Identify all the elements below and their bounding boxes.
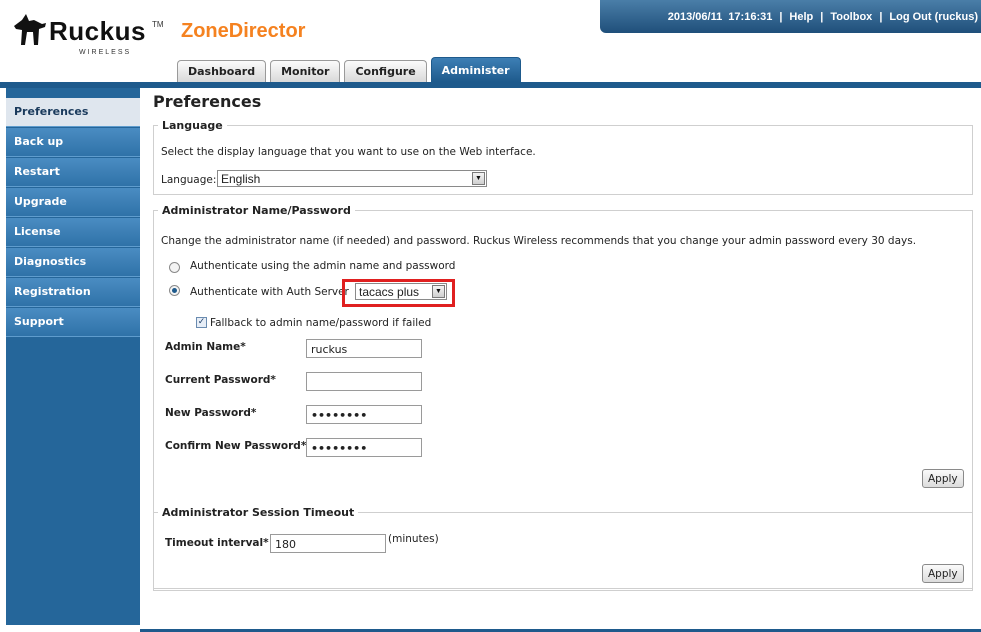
sidebar: Preferences Back up Restart Upgrade Lice… xyxy=(6,88,140,625)
confirm-password-input[interactable]: •••••••• xyxy=(306,438,422,457)
language-label: Language: xyxy=(161,174,217,186)
help-link[interactable]: Help xyxy=(789,11,813,23)
current-password-input[interactable] xyxy=(306,372,422,391)
language-description: Select the display language that you wan… xyxy=(161,146,536,158)
admin-description: Change the administrator name (if needed… xyxy=(161,235,917,247)
logo-trademark: TM xyxy=(152,20,164,29)
auth-server-radio[interactable] xyxy=(169,285,180,296)
content-panel: Preferences Language Select the display … xyxy=(140,88,981,629)
session-apply-button[interactable]: Apply xyxy=(922,564,964,583)
toolbox-link[interactable]: Toolbox xyxy=(830,11,872,23)
fallback-checkbox[interactable]: ✓ xyxy=(196,317,207,328)
logo-word: Ruckus xyxy=(49,16,146,46)
language-select[interactable]: English ▼ xyxy=(217,170,487,187)
logout-link[interactable]: Log Out (ruckus) xyxy=(889,11,978,23)
current-password-label: Current Password* xyxy=(165,374,276,386)
sidebar-item-backup[interactable]: Back up xyxy=(6,128,140,157)
timeout-label: Timeout interval* xyxy=(165,537,269,549)
admin-name-label: Admin Name* xyxy=(165,341,246,353)
sidebar-item-support[interactable]: Support xyxy=(6,308,140,337)
admin-name-input[interactable]: ruckus xyxy=(306,339,422,358)
dog-logo-icon xyxy=(14,14,46,45)
sidebar-item-preferences[interactable]: Preferences xyxy=(6,98,140,127)
timeout-input[interactable]: 180 xyxy=(270,534,386,553)
language-value: English xyxy=(221,171,261,186)
tab-dashboard[interactable]: Dashboard xyxy=(177,60,267,82)
top-bar: 2013/06/11 17:16:31 | Help | Toolbox | L… xyxy=(600,0,981,33)
language-legend: Language xyxy=(162,119,223,132)
new-password-label: New Password* xyxy=(165,407,257,419)
sidebar-item-restart[interactable]: Restart xyxy=(6,158,140,187)
sidebar-item-upgrade[interactable]: Upgrade xyxy=(6,188,140,217)
auth-local-radio[interactable] xyxy=(169,262,180,273)
separator: | xyxy=(879,10,883,23)
separator: | xyxy=(779,10,783,23)
new-password-input[interactable]: •••••••• xyxy=(306,405,422,424)
fallback-label: Fallback to admin name/password if faile… xyxy=(210,317,432,329)
admin-apply-button[interactable]: Apply xyxy=(922,469,964,488)
tab-administer[interactable]: Administer xyxy=(430,57,521,82)
confirm-password-label: Confirm New Password* xyxy=(165,440,307,452)
admin-legend: Administrator Name/Password xyxy=(162,204,351,217)
sidebar-item-license[interactable]: License xyxy=(6,218,140,247)
datetime: 2013/06/11 17:16:31 xyxy=(667,10,773,23)
product-title: ZoneDirector xyxy=(181,20,306,42)
session-legend: Administrator Session Timeout xyxy=(162,506,355,519)
tab-monitor[interactable]: Monitor xyxy=(270,60,341,82)
tab-configure[interactable]: Configure xyxy=(344,60,427,82)
separator: | xyxy=(820,10,824,23)
page-title: Preferences xyxy=(153,92,262,111)
ruckus-logo: Ruckus TM WIRELESS xyxy=(12,10,164,60)
auth-local-label: Authenticate using the admin name and pa… xyxy=(190,260,456,272)
logo-subtitle: WIRELESS xyxy=(79,49,132,56)
auth-server-label: Authenticate with Auth Server xyxy=(190,286,349,298)
highlight-box xyxy=(342,279,455,307)
main-tabs: Dashboard Monitor Configure Administer xyxy=(177,57,521,82)
timeout-unit: (minutes) xyxy=(388,533,439,545)
chevron-down-icon[interactable]: ▼ xyxy=(472,172,485,185)
sidebar-item-diagnostics[interactable]: Diagnostics xyxy=(6,248,140,277)
sidebar-item-registration[interactable]: Registration xyxy=(6,278,140,307)
